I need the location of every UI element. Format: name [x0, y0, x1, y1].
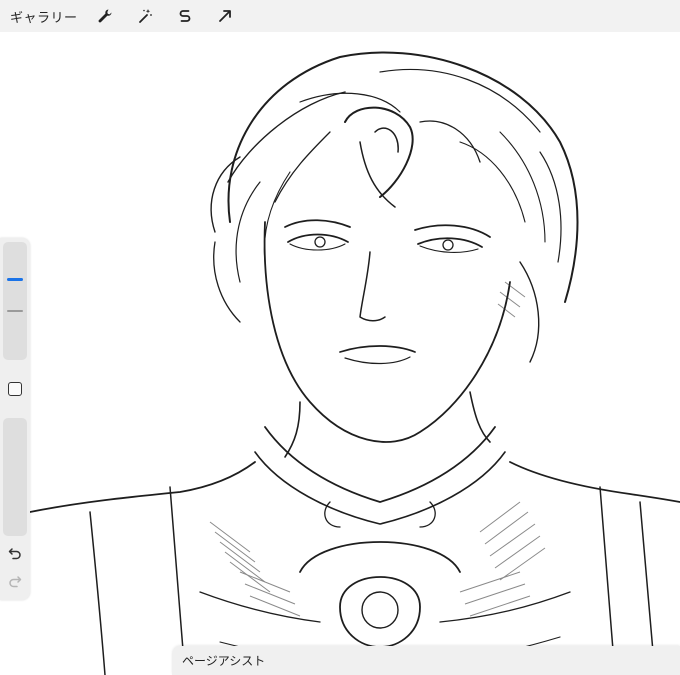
- actions-button[interactable]: [92, 3, 118, 29]
- brush-sidebar: [0, 238, 30, 600]
- page-assist-panel[interactable]: ページアシスト: [172, 646, 680, 675]
- selection-s-icon: [179, 10, 190, 22]
- wrench-icon: [98, 9, 112, 23]
- redo-button[interactable]: [6, 572, 24, 590]
- redo-arrow-icon: [9, 576, 22, 588]
- adjustments-button[interactable]: [132, 3, 158, 29]
- undo-button[interactable]: [6, 544, 24, 562]
- selection-button[interactable]: [172, 3, 198, 29]
- top-toolbar: ギャラリー: [0, 0, 680, 32]
- magic-wand-icon: [138, 9, 152, 23]
- modify-button[interactable]: [8, 382, 22, 396]
- brush-size-slider[interactable]: [3, 242, 27, 360]
- drawing-canvas[interactable]: [0, 32, 680, 675]
- brush-size-handle[interactable]: [7, 278, 23, 281]
- opacity-slider[interactable]: [3, 418, 27, 536]
- transform-button[interactable]: [212, 3, 238, 29]
- page-assist-label: ページアシスト: [182, 654, 266, 668]
- brush-size-marker: [7, 310, 23, 312]
- transform-arrow-icon: [218, 10, 231, 22]
- sketch-artwork: [29, 51, 680, 675]
- gallery-button[interactable]: ギャラリー: [10, 7, 78, 26]
- undo-arrow-icon: [8, 548, 21, 560]
